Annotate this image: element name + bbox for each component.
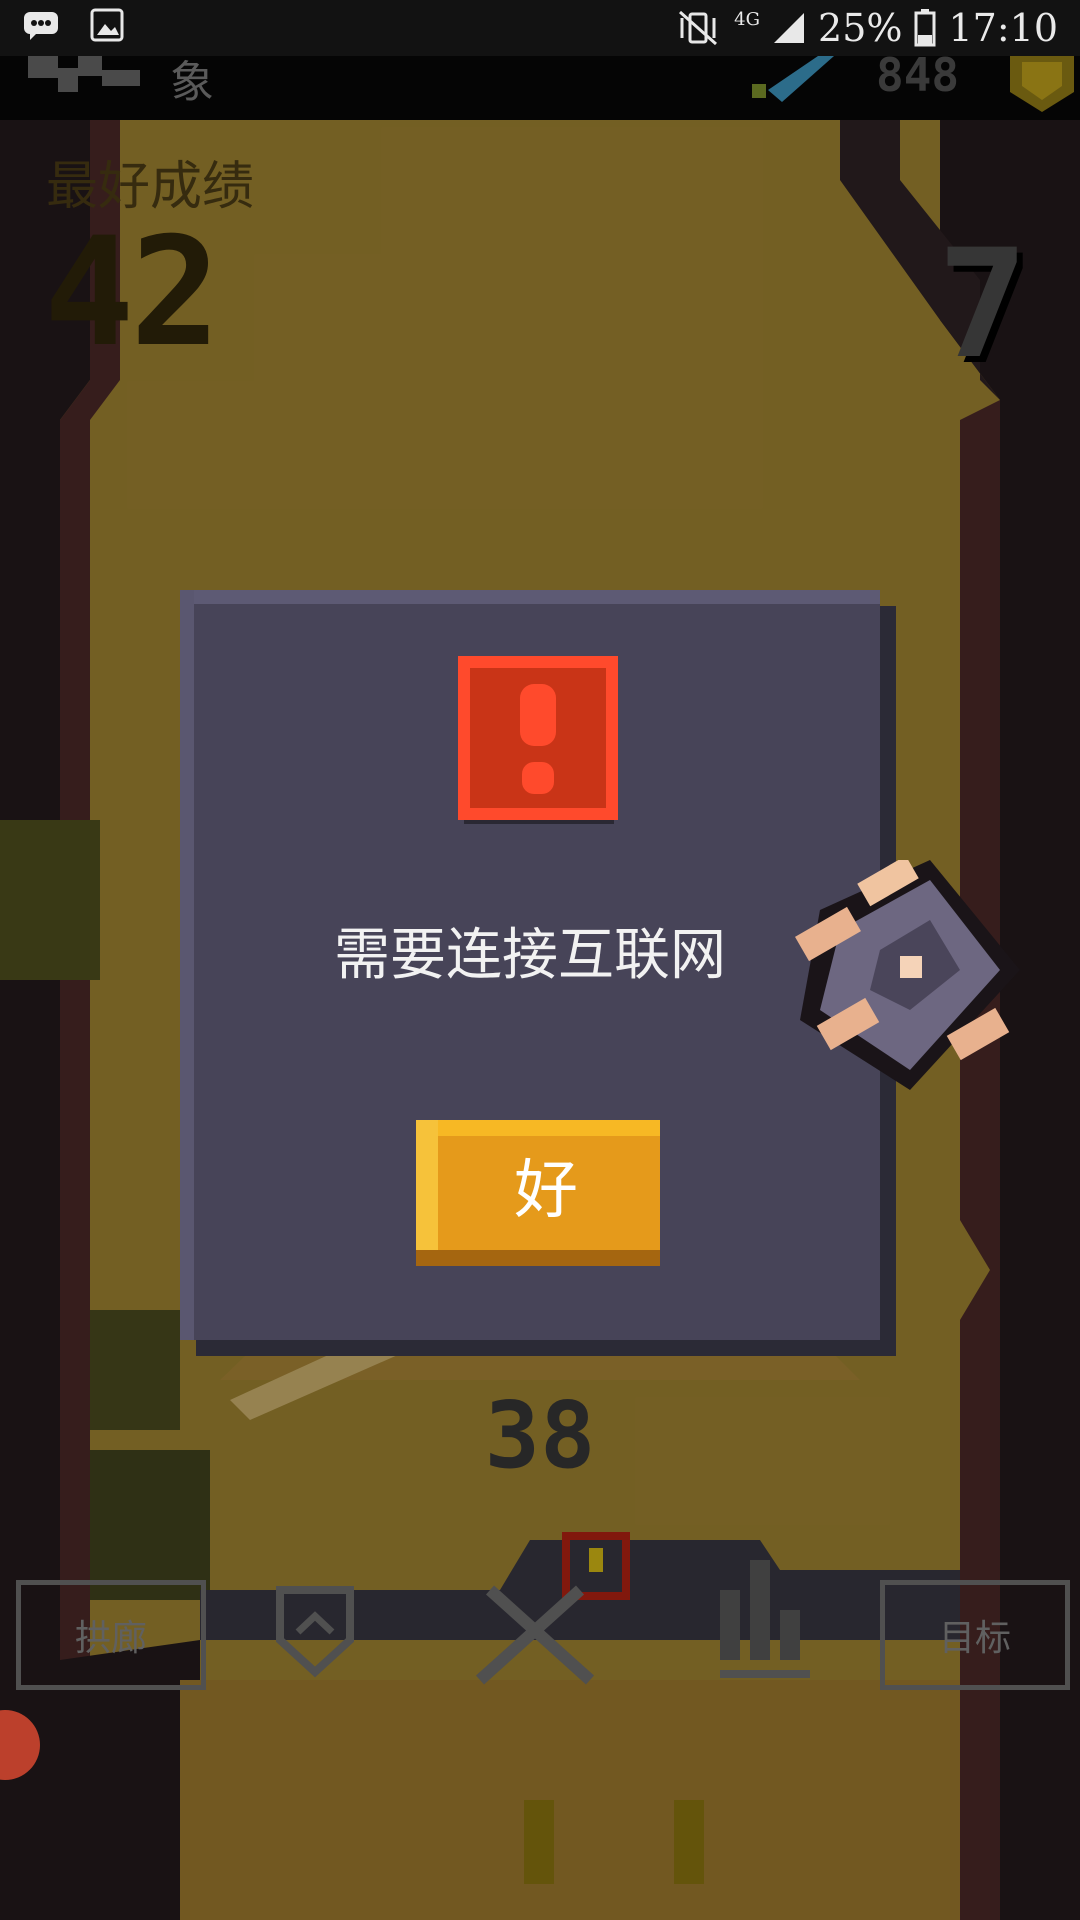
dialog-message: 需要连接互联网: [334, 923, 726, 988]
coin-count: 848: [876, 56, 960, 102]
chat-bubble-icon: [24, 12, 58, 40]
sword-icon: [752, 56, 834, 102]
alert-icon: [458, 656, 618, 824]
battery-percent: 25%: [818, 6, 903, 50]
status-bar: 4G 25% 17:10: [0, 0, 1080, 56]
ok-button[interactable]: 好: [416, 1120, 660, 1250]
vibrate-mute-icon: [679, 10, 718, 46]
player-sprite: [795, 860, 1020, 1090]
game-topbar: 象 848: [0, 56, 1080, 120]
character-logo-icon: [28, 56, 140, 92]
ok-button-label: 好: [514, 1154, 578, 1228]
character-name: 象: [170, 57, 214, 108]
clock: 17:10: [948, 6, 1058, 50]
network-type: 4G: [734, 8, 761, 30]
image-icon: [90, 8, 124, 42]
signal-icon: [774, 13, 805, 43]
coin-icon: [1010, 56, 1074, 112]
status-indicators: 4G 25% 17:10: [674, 4, 1058, 52]
battery-icon: [914, 9, 936, 47]
notification-icons: [22, 8, 128, 44]
connection-required-dialog: 需要连接互联网 好: [180, 590, 880, 1340]
